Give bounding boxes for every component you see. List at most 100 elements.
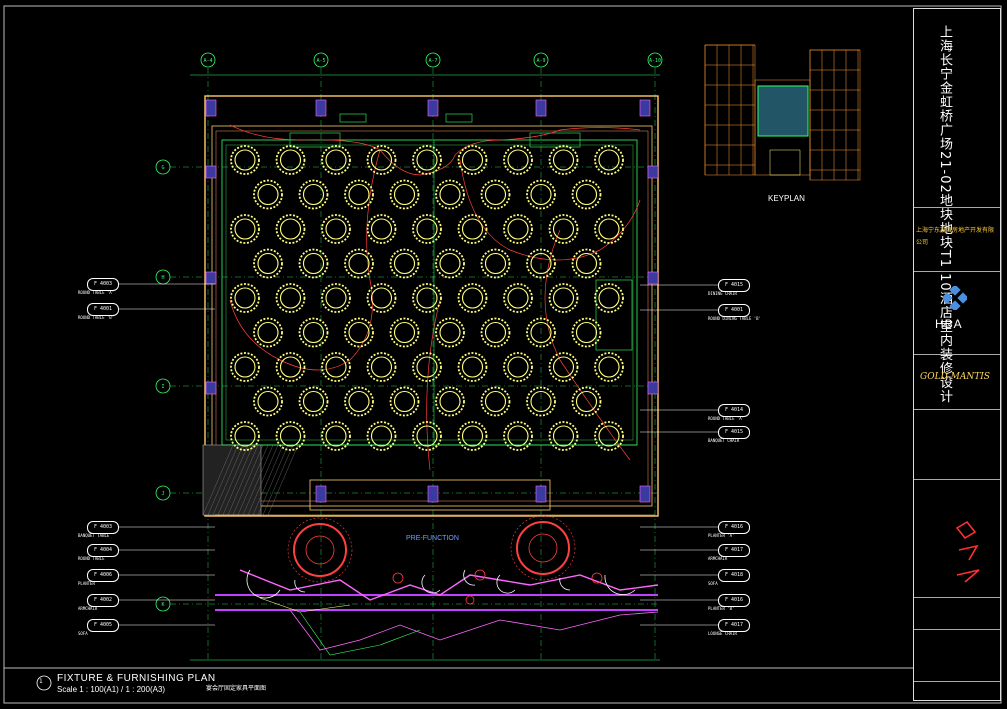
round-table xyxy=(548,283,579,313)
round-table xyxy=(389,386,420,417)
callout-label-right: ROUND TABLE 'A' xyxy=(708,416,745,421)
round-table xyxy=(230,421,260,451)
round-table xyxy=(366,352,397,382)
sheet-border xyxy=(3,5,1002,704)
round-table xyxy=(321,145,351,175)
round-table xyxy=(344,386,374,417)
round-table xyxy=(389,317,420,348)
round-table xyxy=(366,283,397,313)
callout-label-left: ROUND TABLE 'A' xyxy=(78,290,115,295)
grid-column-label: A-10 xyxy=(649,58,661,64)
hba-logo-icon xyxy=(943,286,967,310)
round-table xyxy=(389,248,420,279)
round-table xyxy=(253,317,283,348)
contractor-logo: GOLD MANTIS xyxy=(920,372,990,382)
operable-partitions xyxy=(289,113,633,351)
round-table xyxy=(344,179,374,210)
callout-label-right: ROUND DINING TABLE 'B' xyxy=(708,316,761,321)
callout-label-right: BANQUET CHAIR xyxy=(708,438,740,443)
callout-label-left: PLANTER xyxy=(78,581,95,586)
round-table xyxy=(275,283,306,313)
round-table xyxy=(548,421,579,451)
callout-label-left: SOFA xyxy=(78,631,88,636)
callout-label-right: PLANTER 'B' xyxy=(708,606,735,611)
round-table xyxy=(594,214,624,244)
title-block xyxy=(913,8,1001,701)
prefunction-label: PRE-FUNCTION xyxy=(406,535,459,542)
callout-label-left: ARMCHAIR xyxy=(78,606,98,611)
designer-logo: HBA xyxy=(935,317,963,331)
round-table xyxy=(412,352,442,382)
grid-lines: A-4 A-5 A-7 A-9 A-10 G H I J K xyxy=(155,52,663,661)
round-table xyxy=(344,248,374,279)
round-table xyxy=(253,248,283,279)
drawing-title-cn: 宴会厅固定家具平面图 xyxy=(206,685,267,692)
building-walls xyxy=(204,95,659,517)
round-table xyxy=(571,248,602,279)
grid-column-label: A-9 xyxy=(536,58,545,64)
round-table xyxy=(321,214,351,244)
round-table xyxy=(435,248,465,279)
round-table xyxy=(230,145,260,175)
round-table xyxy=(298,179,329,210)
lighting-zones xyxy=(229,124,641,471)
cad-drawing: A-4 A-5 A-7 A-9 A-10 G H I J K xyxy=(3,5,1002,704)
round-table xyxy=(321,283,351,313)
round-table xyxy=(435,317,465,348)
grid-row-label: G xyxy=(161,165,164,171)
drawing-scale: Scale 1 : 100(A1) / 1 : 200(A3) xyxy=(57,685,166,694)
round-table xyxy=(275,352,306,382)
round-table xyxy=(548,214,579,244)
callout-label-right: SOFA xyxy=(708,581,718,586)
round-table xyxy=(366,145,397,175)
prefunction-round-tables xyxy=(287,515,576,583)
round-table xyxy=(344,317,374,348)
round-table xyxy=(594,283,624,313)
grid-row-label: J xyxy=(161,491,164,497)
round-table xyxy=(480,248,511,279)
round-table xyxy=(571,386,602,417)
round-table xyxy=(298,248,329,279)
round-table xyxy=(275,214,306,244)
round-table xyxy=(503,214,533,244)
keyplan-label: KEYPLAN xyxy=(768,194,805,203)
callout-label-left: BANQUET TABLE xyxy=(78,533,110,538)
round-table xyxy=(457,352,488,382)
round-table xyxy=(503,352,533,382)
round-table xyxy=(457,421,488,451)
round-table xyxy=(548,352,579,382)
round-table xyxy=(230,214,260,244)
drawing-title: FIXTURE & FURNISHING PLAN xyxy=(57,673,216,684)
divider-lines xyxy=(222,140,637,446)
round-table xyxy=(526,386,556,417)
round-table xyxy=(480,386,511,417)
round-table xyxy=(435,386,465,417)
callout-label-right: ARMCHAIR xyxy=(708,556,728,561)
round-table xyxy=(253,179,283,210)
grid-column-label: A-7 xyxy=(428,58,437,64)
callout-label-right: PLANTER 'A' xyxy=(708,533,735,538)
round-table xyxy=(298,317,329,348)
round-table xyxy=(503,283,533,313)
round-table xyxy=(412,214,442,244)
callout-tag-left: F 4005 xyxy=(87,619,119,632)
round-table xyxy=(571,179,602,210)
round-table xyxy=(366,214,397,244)
round-table xyxy=(571,317,602,348)
grid-column-label: A-5 xyxy=(316,58,325,64)
round-table xyxy=(321,421,351,451)
round-table xyxy=(594,352,624,382)
round-table xyxy=(275,145,306,175)
grid-row-label: H xyxy=(161,275,164,281)
round-table xyxy=(457,145,488,175)
grid-row-label: I xyxy=(161,384,164,390)
round-table xyxy=(253,386,283,417)
round-table xyxy=(275,421,306,451)
round-table xyxy=(389,179,420,210)
callout-label-left: ROUND TABLE xyxy=(78,556,105,561)
round-table xyxy=(503,145,533,175)
round-table xyxy=(366,421,397,451)
project-name: 上海长宁金虹桥广场21-02地块地块T1 10酒店室内装修设计 xyxy=(937,25,952,404)
client-name: 上海宁东投资房地产开发有限公司 xyxy=(916,227,995,246)
round-table xyxy=(457,214,488,244)
